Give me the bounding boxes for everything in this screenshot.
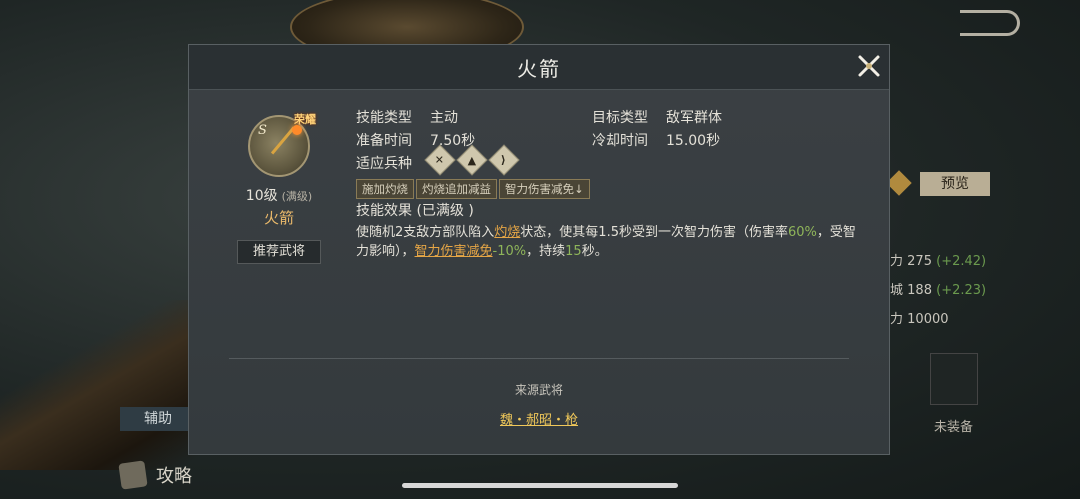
skill-grade: S	[258, 123, 267, 138]
recommend-hero-button[interactable]: 推荐武将	[237, 240, 321, 264]
troop-icons: ✕ ▲ ⟩	[424, 144, 520, 176]
effect-title: 技能效果 (已满级 )	[356, 203, 474, 219]
dialog-header: 火箭	[189, 45, 889, 90]
source-label: 来源武将	[514, 383, 563, 397]
close-icon	[858, 55, 880, 77]
troop-type-row: 适应兵种	[356, 156, 412, 172]
preview-button[interactable]: 预览	[920, 172, 990, 196]
burn-link[interactable]: 灼烧	[494, 225, 520, 240]
skill-level: 10级 (满级)	[245, 188, 313, 204]
skill-icon: S 荣耀	[248, 113, 316, 177]
crossed-weapons-icon: ✕	[424, 144, 456, 176]
equip-label: 未装备	[934, 420, 974, 435]
prep-time-row: 准备时间 7.50秒	[356, 133, 476, 149]
skill-name: 火箭	[263, 209, 294, 227]
dialog-title: 火箭	[517, 56, 561, 81]
skill-summary: S 荣耀 10级 (满级) 火箭 推荐武将	[229, 113, 329, 264]
strategy-button[interactable]: 攻略	[118, 460, 192, 490]
target-type-row: 目标类型 敌军群体	[592, 110, 722, 126]
cooldown-row: 冷却时间 15.00秒	[592, 133, 721, 149]
tab-support[interactable]: 辅助	[120, 407, 196, 431]
archer-icon: ⟩	[488, 144, 520, 176]
close-button[interactable]	[855, 52, 883, 80]
divider	[229, 358, 849, 359]
stat-line: 力 10000	[890, 312, 949, 327]
stat-line: 城 188 (+2.23)	[890, 283, 987, 298]
back-arrow-icon[interactable]	[960, 10, 1020, 36]
cavalry-icon: ▲	[456, 144, 488, 176]
effect-tags: 施加灼烧 灼烧追加减益 智力伤害减免↓	[356, 179, 590, 199]
tag-int-dmg-reduction[interactable]: 智力伤害减免↓	[499, 179, 590, 199]
skill-detail-dialog: 火箭 S 荣耀 10级 (满级) 火箭 推荐武将 技能类型 主动 目标类型 敌军群体	[188, 44, 890, 455]
flame-icon	[292, 125, 302, 135]
background-hero-panel: 预览 力 275 (+2.42) 城 188 (+2.23) 力 10000 未…	[886, 160, 1080, 460]
tag-burn[interactable]: 施加灼烧	[356, 179, 414, 199]
effect-description: 使随机2支敌方部队陷入灼烧状态，使其每1.5秒受到一次智力伤害（伤害率60%，受…	[356, 225, 856, 259]
int-dmg-reduction-link[interactable]: 智力伤害减免	[415, 244, 493, 259]
book-icon	[118, 460, 148, 490]
home-indicator[interactable]	[402, 483, 678, 488]
stat-line: 力 275 (+2.42)	[890, 254, 987, 269]
skill-type-row: 技能类型 主动	[356, 110, 458, 126]
equipment-slot[interactable]	[930, 353, 978, 405]
source-hero-link[interactable]: 魏・郝昭・枪	[189, 409, 889, 428]
diamond-icon	[886, 170, 912, 196]
tag-burn-debuff[interactable]: 灼烧追加减益	[416, 179, 497, 199]
